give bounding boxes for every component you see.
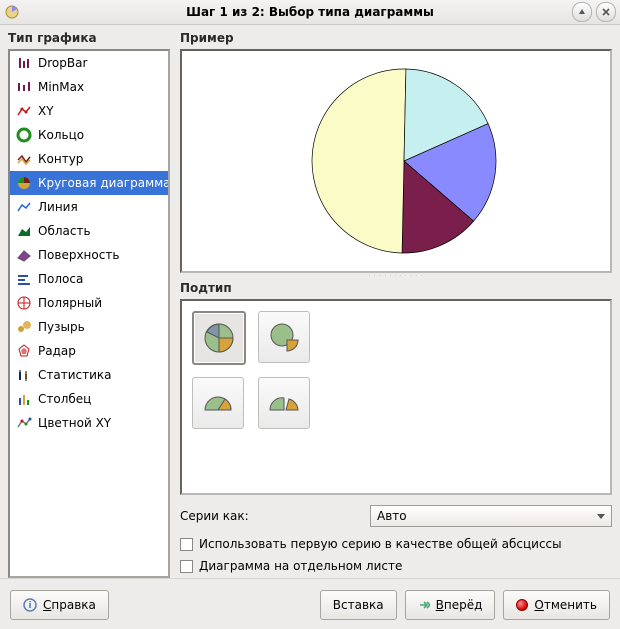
subtype-pie[interactable] xyxy=(192,311,246,365)
checkbox-separate-sheet-label: Диаграмма на отдельном листе xyxy=(199,559,402,573)
chart-type-item[interactable]: Область xyxy=(10,219,168,243)
roll-up-button[interactable] xyxy=(572,2,592,22)
chart-type-item-label: Поверхность xyxy=(38,248,119,262)
chart-type-item[interactable]: Контур xyxy=(10,147,168,171)
checkbox-icon xyxy=(180,560,193,573)
insert-button[interactable]: Вставка xyxy=(320,590,397,620)
chart-type-item[interactable]: Линия xyxy=(10,195,168,219)
chart-type-pane: Тип графика DropBar MinMax XY Кольцо Контур К… xyxy=(8,31,170,578)
chart-type-icon xyxy=(16,367,32,383)
chart-type-icon xyxy=(16,127,32,143)
cancel-button-label-rest: тменить xyxy=(544,598,597,612)
chart-type-icon xyxy=(16,295,32,311)
right-pane: Пример · · · · · · · · · · · Подтип xyxy=(180,31,612,578)
chart-type-item-label: Полоса xyxy=(38,272,83,286)
next-icon xyxy=(418,599,430,611)
chart-type-item[interactable]: Пузырь xyxy=(10,315,168,339)
chart-type-heading: Тип графика xyxy=(8,31,170,45)
subtype-semi-pie-exploded[interactable] xyxy=(258,377,310,429)
chart-type-item-label: Линия xyxy=(38,200,78,214)
subtype-semi-pie[interactable] xyxy=(192,377,244,429)
subtype-pie-exploded[interactable] xyxy=(258,311,310,363)
chart-type-item-label: Статистика xyxy=(38,368,112,382)
chart-type-icon xyxy=(16,151,32,167)
chart-type-list[interactable]: DropBar MinMax XY Кольцо Контур Круговая диаг… xyxy=(8,49,170,578)
dialog-footer: i Справка Вставка Вперёд Отменить xyxy=(0,578,620,629)
chart-type-icon xyxy=(16,343,32,359)
preview-heading: Пример xyxy=(180,31,612,45)
chart-type-item[interactable]: Круговая диаграмма xyxy=(10,171,168,195)
chart-type-item-label: Круговая диаграмма xyxy=(38,176,168,190)
chart-type-item[interactable]: Радар xyxy=(10,339,168,363)
chart-type-item-label: Область xyxy=(38,224,91,238)
titlebar: Шаг 1 из 2: Выбор типа диаграммы xyxy=(0,0,620,25)
chart-type-item-label: Цветной XY xyxy=(38,416,111,430)
dialog-body: Тип графика DropBar MinMax XY Кольцо Контур К… xyxy=(0,25,620,578)
chart-type-icon xyxy=(16,79,32,95)
splitter-handle[interactable]: · · · · · · · · · · · xyxy=(180,273,612,281)
chart-type-icon xyxy=(16,55,32,71)
chart-type-icon xyxy=(16,319,32,335)
series-as-label: Серии как: xyxy=(180,509,370,523)
chart-type-icon xyxy=(16,415,32,431)
chart-type-item[interactable]: Полоса xyxy=(10,267,168,291)
series-as-select[interactable]: Авто xyxy=(370,505,612,527)
subtype-heading: Подтип xyxy=(180,281,612,295)
chart-type-item[interactable]: Кольцо xyxy=(10,123,168,147)
series-as-value: Авто xyxy=(377,509,407,523)
subtype-grid xyxy=(180,299,612,495)
chart-type-item[interactable]: Статистика xyxy=(10,363,168,387)
chart-type-item-label: Пузырь xyxy=(38,320,85,334)
chart-type-icon xyxy=(16,391,32,407)
close-window-button[interactable] xyxy=(596,2,616,22)
chart-type-icon xyxy=(16,103,32,119)
chart-type-item[interactable]: MinMax xyxy=(10,75,168,99)
chart-type-item[interactable]: DropBar xyxy=(10,51,168,75)
help-button[interactable]: i Справка xyxy=(10,590,109,620)
chart-type-icon xyxy=(16,223,32,239)
chart-type-icon xyxy=(16,199,32,215)
cancel-button-label-u: О xyxy=(534,598,543,612)
chart-type-icon xyxy=(16,175,32,191)
help-button-label-rest: правка xyxy=(51,598,96,612)
chart-type-item-label: Кольцо xyxy=(38,128,84,142)
chart-type-item[interactable]: XY xyxy=(10,99,168,123)
chart-type-icon xyxy=(16,271,32,287)
checkbox-separate-sheet[interactable]: Диаграмма на отдельном листе xyxy=(180,559,612,573)
checkbox-first-series-x[interactable]: Использовать первую серию в качестве общ… xyxy=(180,537,612,551)
series-as-row: Серии как: Авто xyxy=(180,505,612,527)
insert-button-label: Вставка xyxy=(333,598,384,612)
next-button[interactable]: Вперёд xyxy=(405,590,496,620)
help-icon: i xyxy=(23,598,37,612)
chart-type-item[interactable]: Столбец xyxy=(10,387,168,411)
checkbox-first-series-x-label: Использовать первую серию в качестве общ… xyxy=(199,537,562,551)
chart-type-item-label: MinMax xyxy=(38,80,84,94)
chart-type-item-label: Радар xyxy=(38,344,76,358)
chart-preview xyxy=(180,49,612,273)
cancel-icon xyxy=(516,599,528,611)
next-button-label-rest: перёд xyxy=(444,598,483,612)
chart-type-item-label: Столбец xyxy=(38,392,91,406)
next-button-label-u: В xyxy=(436,598,444,612)
checkbox-icon xyxy=(180,538,193,551)
chart-type-item[interactable]: Полярный xyxy=(10,291,168,315)
window-title: Шаг 1 из 2: Выбор типа диаграммы xyxy=(0,5,620,19)
chart-type-item-label: DropBar xyxy=(38,56,87,70)
chart-type-item-label: Полярный xyxy=(38,296,102,310)
svg-text:i: i xyxy=(28,601,31,611)
chart-type-item-label: Контур xyxy=(38,152,83,166)
chart-type-item-label: XY xyxy=(38,104,54,118)
cancel-button[interactable]: Отменить xyxy=(503,590,610,620)
chart-type-item[interactable]: Поверхность xyxy=(10,243,168,267)
chart-type-item[interactable]: Цветной XY xyxy=(10,411,168,435)
chart-type-icon xyxy=(16,247,32,263)
